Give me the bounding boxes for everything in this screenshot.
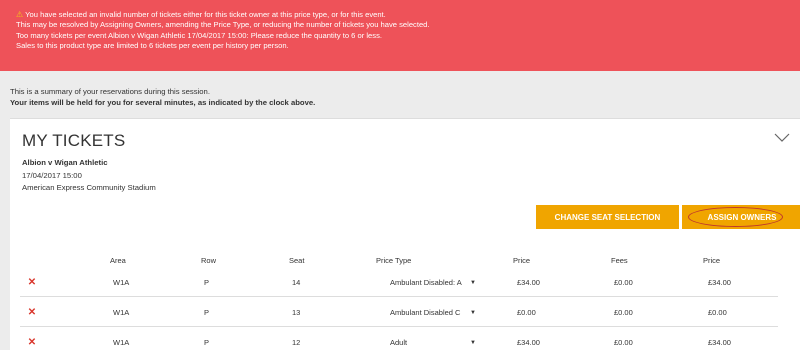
cell-total-price: £34.00: [708, 277, 731, 287]
remove-ticket-icon[interactable]: ✕: [25, 275, 39, 289]
table-row: ✕ W1A P 12 Adult ▼ £34.00 £0.00 £34.00: [20, 327, 778, 350]
column-header-fees: Fees: [611, 256, 628, 265]
price-type-select[interactable]: Ambulant Disabled C ▼: [388, 305, 476, 320]
dropdown-arrow-icon: ▼: [470, 309, 476, 316]
column-header-area: Area: [110, 256, 126, 265]
change-seat-selection-button[interactable]: CHANGE SEAT SELECTION: [536, 205, 679, 229]
column-header-price-type: Price Type: [376, 256, 412, 265]
event-name: Albion v Wigan Athletic: [22, 158, 108, 167]
alert-line-2: This may be resolved by Assigning Owners…: [16, 20, 430, 30]
alert-line-4: Sales to this product type are limited t…: [16, 41, 289, 51]
price-type-value: Adult: [390, 338, 408, 347]
cell-price: £34.00: [517, 337, 540, 347]
alert-line-3: Too many tickets per event Albion v Wiga…: [16, 30, 382, 40]
price-type-value: Ambulant Disabled: A: [390, 278, 462, 287]
price-type-select[interactable]: Adult ▼: [388, 335, 476, 350]
cell-row: P: [204, 307, 210, 317]
cell-total-price: £34.00: [708, 337, 731, 347]
cell-area: W1A: [113, 307, 130, 317]
cell-fees: £0.00: [614, 337, 633, 347]
cell-total-price: £0.00: [708, 307, 727, 317]
my-tickets-panel: MY TICKETS Albion v Wigan Athletic 17/04…: [10, 118, 800, 350]
cell-price: £34.00: [517, 277, 540, 287]
chevron-down-icon[interactable]: [774, 129, 790, 145]
dropdown-arrow-icon: ▼: [470, 279, 476, 286]
event-venue: American Express Community Stadium: [22, 183, 156, 192]
session-summary: This is a summary of your reservations d…: [10, 86, 315, 108]
alert-line-1: ⚠ You have selected an invalid number of …: [16, 10, 386, 19]
column-header-seat: Seat: [289, 256, 305, 265]
hold-notice: Your items will be held for you for seve…: [10, 98, 316, 107]
cell-row: P: [204, 337, 210, 347]
page-title: MY TICKETS: [22, 131, 126, 150]
price-type-select[interactable]: Ambulant Disabled: A ▼: [388, 275, 476, 290]
summary-text: This is a summary of your reservations d…: [10, 87, 210, 96]
remove-ticket-icon[interactable]: ✕: [25, 335, 39, 349]
warning-icon: ⚠: [16, 10, 24, 19]
price-type-value: Ambulant Disabled C: [390, 308, 461, 317]
cell-area: W1A: [113, 277, 130, 287]
cell-price: £0.00: [517, 307, 536, 317]
error-alert: ⚠ You have selected an invalid number of …: [0, 0, 800, 71]
dropdown-arrow-icon: ▼: [470, 339, 476, 346]
table-row: ✕ W1A P 13 Ambulant Disabled C ▼ £0.00 £0…: [20, 297, 778, 327]
remove-ticket-icon[interactable]: ✕: [25, 305, 39, 319]
event-date: 17/04/2017 15:00: [22, 170, 82, 180]
cell-seat: 14: [292, 277, 301, 287]
column-header-price: Price: [513, 256, 531, 265]
table-row: ✕ W1A P 14 Ambulant Disabled: A ▼ £34.00 …: [20, 267, 778, 297]
column-header-row: Row: [201, 256, 217, 265]
cell-fees: £0.00: [614, 277, 633, 287]
cell-seat: 13: [292, 307, 301, 317]
assign-owners-label: ASSIGN OWNERS: [707, 212, 777, 222]
column-header-total-price: Price: [703, 256, 721, 265]
cell-fees: £0.00: [614, 307, 633, 317]
cell-area: W1A: [113, 337, 130, 347]
cell-seat: 12: [292, 337, 301, 347]
assign-owners-button[interactable]: ASSIGN OWNERS: [682, 205, 800, 229]
event-info: Albion v Wigan Athletic 17/04/2017 15:00…: [22, 157, 156, 195]
cell-row: P: [204, 277, 210, 287]
